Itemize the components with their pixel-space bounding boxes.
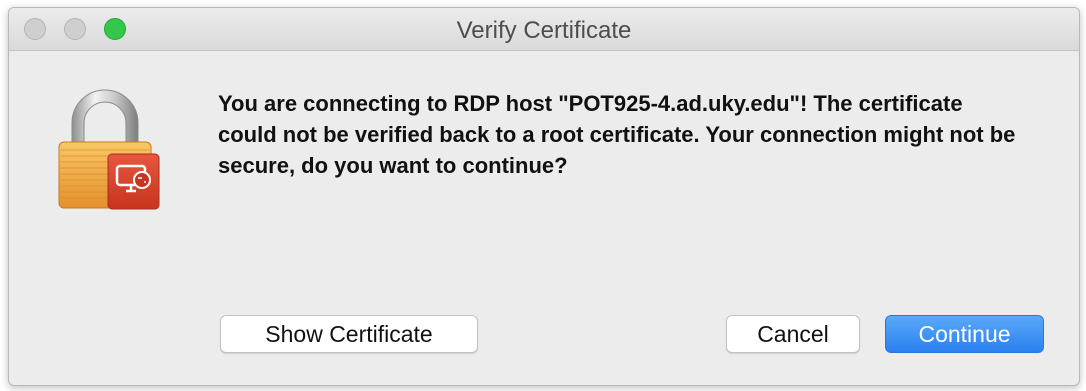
verify-certificate-dialog: Verify Certificate You are connecting to… bbox=[8, 7, 1080, 386]
window-title: Verify Certificate bbox=[456, 17, 632, 44]
cancel-button[interactable]: Cancel bbox=[726, 315, 860, 353]
show-certificate-button[interactable]: Show Certificate bbox=[220, 315, 478, 353]
continue-button[interactable]: Continue bbox=[885, 315, 1044, 353]
lock-icon bbox=[58, 89, 160, 210]
title-bar[interactable]: Verify Certificate bbox=[9, 8, 1079, 51]
warning-message: You are connecting to RDP host "POT925-4… bbox=[218, 91, 1016, 178]
